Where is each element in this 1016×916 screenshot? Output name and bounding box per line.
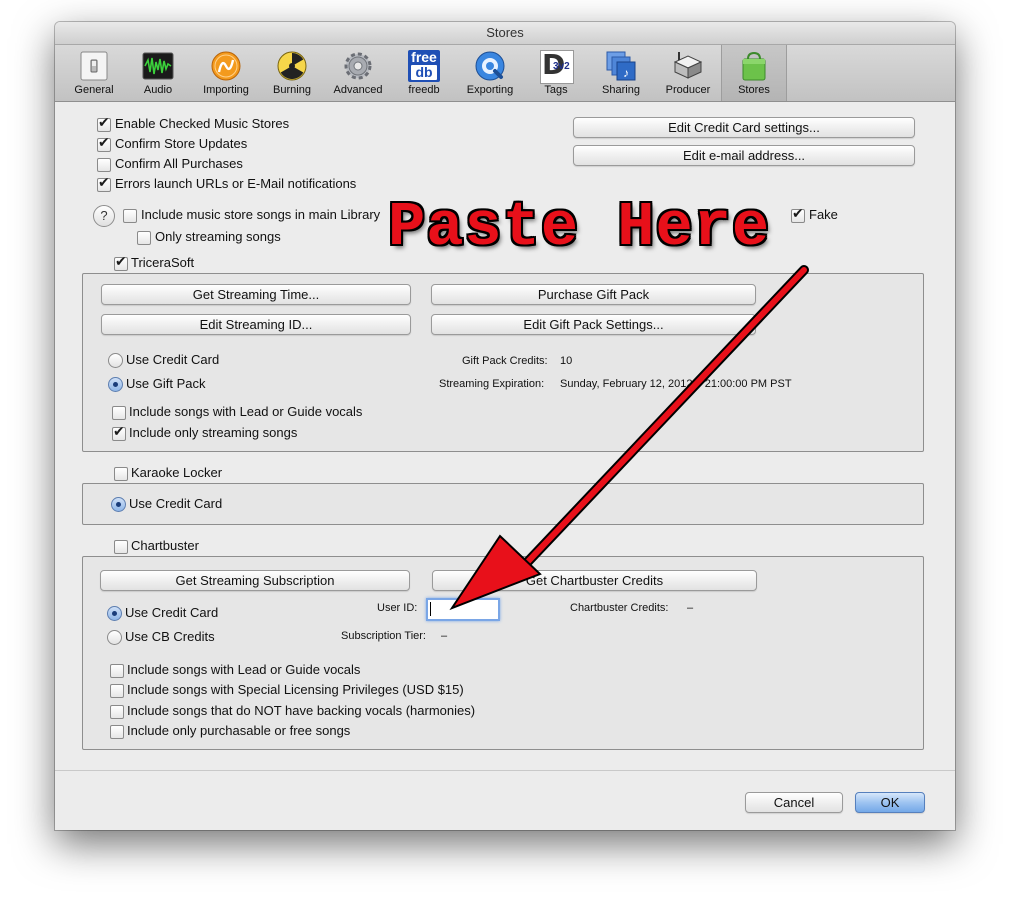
red-arrow-annotation (449, 265, 809, 611)
